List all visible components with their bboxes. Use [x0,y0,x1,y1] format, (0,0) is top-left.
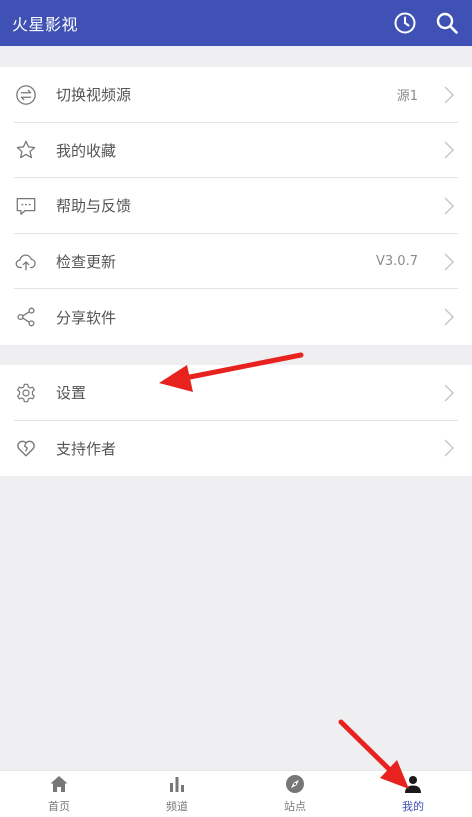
share-icon [14,305,38,329]
menu-section-settings: 设置 支持作者 [0,365,472,476]
menu-item-share-app[interactable]: 分享软件 [0,289,472,345]
search-icon[interactable] [434,10,460,36]
home-icon [48,774,70,794]
menu-item-label: 支持作者 [56,439,117,458]
heart-icon [14,436,38,460]
chevron-right-icon [442,84,456,106]
menu-item-favorites[interactable]: 我的收藏 [0,123,472,179]
nav-label: 站点 [284,800,306,813]
chat-icon [14,194,38,218]
nav-item-channels[interactable]: 频道 [118,771,236,817]
menu-item-switch-source[interactable]: 切换视频源 源1 [0,67,472,123]
menu-item-value: 源1 [396,89,418,105]
menu-item-label: 分享软件 [56,308,117,327]
nav-item-sites[interactable]: 站点 [236,771,354,817]
nav-label: 频道 [166,800,188,813]
app-title: 火星影视 [12,15,79,34]
app-bar: 火星影视 [0,0,472,46]
app-bar-actions [392,10,460,36]
bar-chart-icon [166,774,188,794]
gear-icon [14,381,38,405]
menu-item-check-update[interactable]: 检查更新 V3.0.7 [0,234,472,290]
compass-icon [284,774,306,794]
nav-item-mine[interactable]: 我的 [354,771,472,817]
menu-item-support-author[interactable]: 支持作者 [0,421,472,477]
menu-item-label: 设置 [56,384,87,403]
menu-item-label: 帮助与反馈 [56,197,132,216]
bottom-nav: 首页 频道 站点 我的 [0,770,472,817]
cloud-upload-icon [14,250,38,274]
menu-item-label: 切换视频源 [56,86,132,105]
menu-item-label: 检查更新 [56,253,117,272]
menu-section-main: 切换视频源 源1 我的收藏 帮助与反馈 检查更新 V3.0.7 分享软件 [0,67,472,345]
nav-label: 首页 [48,800,70,813]
menu-item-value: V3.0.7 [376,254,418,270]
chevron-right-icon [442,306,456,328]
chevron-right-icon [442,195,456,217]
nav-label: 我的 [402,800,424,813]
chevron-right-icon [442,437,456,459]
menu-item-help-feedback[interactable]: 帮助与反馈 [0,178,472,234]
swap-icon [14,83,38,107]
nav-item-home[interactable]: 首页 [0,771,118,817]
person-icon [402,774,424,794]
chevron-right-icon [442,382,456,404]
star-icon [14,138,38,162]
clock-icon[interactable] [392,10,418,36]
menu-item-settings[interactable]: 设置 [0,365,472,421]
chevron-right-icon [442,251,456,273]
chevron-right-icon [442,139,456,161]
menu-item-label: 我的收藏 [56,141,117,160]
